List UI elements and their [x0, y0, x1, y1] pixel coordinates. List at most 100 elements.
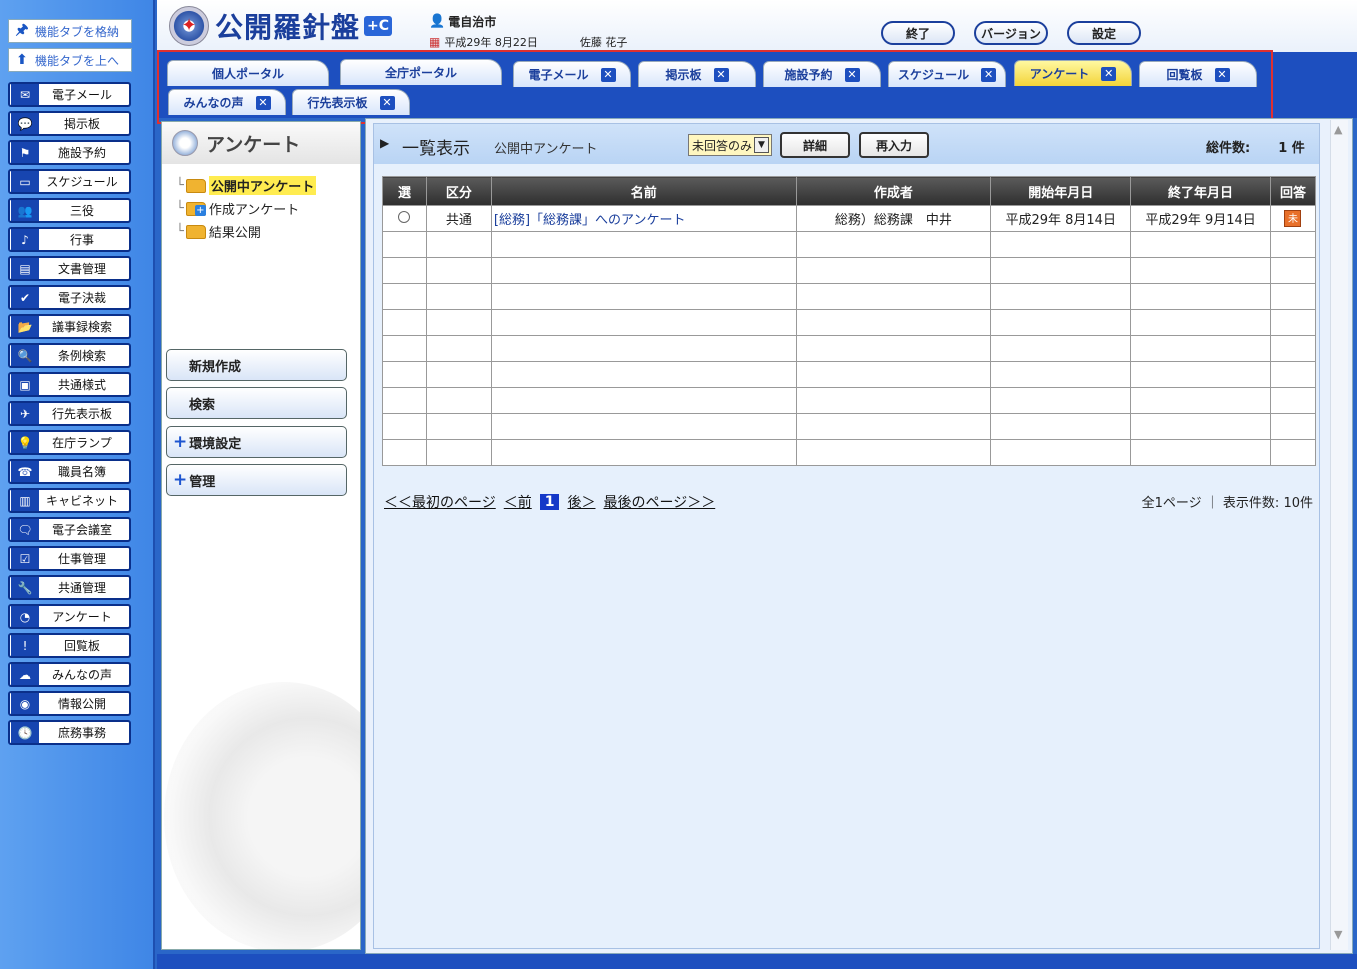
sidebar-item-13[interactable]: ☎ 職員名簿	[8, 459, 131, 484]
column-header: 名前	[490, 176, 797, 206]
search-button[interactable]: 検索	[166, 387, 347, 419]
tab-8[interactable]: みんなの声 ✕	[168, 89, 286, 115]
sidebar-item-21[interactable]: ◉ 情報公開	[8, 691, 131, 716]
table-header-row: 選区分 名前 作成者 開始年月日 終了年月日 回答	[382, 176, 1317, 206]
column-header: 選	[382, 176, 427, 206]
sidebar-item-15[interactable]: 🗨 電子会議室	[8, 517, 131, 542]
panel-header: アンケート	[162, 122, 360, 164]
table-row	[382, 413, 1317, 440]
settings-button[interactable]: 設定	[1067, 21, 1141, 45]
folder-open-icon: 📂	[11, 316, 39, 337]
close-icon[interactable]: ✕	[1214, 67, 1230, 82]
sidebar-item-11[interactable]: ✈ 行先表示板	[8, 401, 131, 426]
tab-3[interactable]: 掲示板 ✕	[638, 61, 756, 87]
tab-6[interactable]: アンケート ✕	[1014, 60, 1132, 86]
sidebar-item-20[interactable]: ☁ みんなの声	[8, 662, 131, 687]
table-row	[382, 283, 1317, 310]
sidebar-item-0[interactable]: ✉ 電子メール	[8, 82, 131, 107]
user-icon: 👤	[429, 14, 446, 29]
sidebar-item-14[interactable]: ▥ キャビネット	[8, 488, 131, 513]
column-header: 回答	[1269, 176, 1317, 206]
sidebar-item-16[interactable]: ☑ 仕事管理	[8, 546, 131, 571]
scroll-down-icon[interactable]: ▼	[1334, 928, 1342, 941]
sidebar-item-2[interactable]: ⚑ 施設予約	[8, 140, 131, 165]
tree-item-published-results[interactable]: └ 結果公開	[176, 222, 261, 241]
tab-9[interactable]: 行先表示板 ✕	[292, 89, 410, 115]
list-title: 一覧表示	[402, 139, 470, 159]
version-button[interactable]: バージョン	[974, 21, 1048, 45]
scroll-up-icon[interactable]: ▲	[1334, 123, 1342, 136]
sidebar-item-18[interactable]: ◔ アンケート	[8, 604, 131, 629]
sidebar-item-3[interactable]: ▭ スケジュール	[8, 169, 131, 194]
admin-button[interactable]: + 管理	[166, 464, 347, 496]
chat-icon: 🗨	[11, 519, 39, 540]
sidebar-item-10[interactable]: ▣ 共通様式	[8, 372, 131, 397]
sidebar-item-8[interactable]: 📂 議事録検索	[8, 314, 131, 339]
next-page-link[interactable]: 後＞	[567, 492, 595, 512]
tabs-to-top-button[interactable]: ⬆ 機能タブを上へ	[8, 48, 132, 72]
detail-button[interactable]: 詳細	[780, 132, 850, 158]
triangle-right-icon: ▶	[380, 136, 390, 150]
close-icon[interactable]: ✕	[255, 95, 271, 110]
prev-page-link[interactable]: ＜前	[504, 492, 532, 512]
survey-table: 選区分 名前 作成者 開始年月日 終了年月日 回答 共通 [総務]「総務課」へのアンケート総…	[382, 176, 1317, 466]
pin-icon: 🖈	[15, 22, 29, 38]
current-page: 1	[539, 494, 560, 510]
tab-4[interactable]: 施設予約 ✕	[763, 61, 881, 87]
list-title-bar: ▶ 一覧表示 公開中アンケート 未回答のみ ▼ 詳細 再入力 総件数: 1 件	[374, 124, 1319, 164]
sidebar-item-4[interactable]: 👥 三役	[8, 198, 131, 223]
sidebar-item-22[interactable]: 🕓 庶務事務	[8, 720, 131, 745]
filter-select[interactable]: 未回答のみ ▼	[688, 134, 772, 156]
sidebar-item-1[interactable]: 💬 掲示板	[8, 111, 131, 136]
close-icon[interactable]: ✕	[981, 67, 997, 82]
survey-sidebar: アンケート └ 公開中アンケート └ 作成アンケート └ 結果公開 新規作成 検…	[161, 121, 361, 950]
tree-item-created-surveys[interactable]: └ 作成アンケート	[176, 199, 299, 218]
column-header: 終了年月日	[1130, 176, 1271, 206]
cabinet-icon: ▥	[11, 490, 39, 511]
folder-add-icon	[185, 201, 206, 216]
tab-5[interactable]: スケジュール ✕	[888, 61, 1006, 87]
tab-2[interactable]: 電子メール ✕	[513, 61, 631, 87]
vertical-scrollbar[interactable]: ▲ ▼	[1330, 120, 1348, 950]
checklist-icon: ☑	[11, 548, 39, 569]
current-date: 平成29年 8月22日	[444, 36, 538, 49]
row-select-radio[interactable]	[398, 210, 411, 223]
close-icon[interactable]: ✕	[844, 67, 860, 82]
first-page-link[interactable]: ＜＜最初のページ	[384, 492, 496, 512]
reenter-button[interactable]: 再入力	[859, 132, 929, 158]
arrow-up-icon: ⬆	[16, 52, 28, 68]
page-info: 全1ページ ｜ 表示件数: 10件	[1141, 496, 1313, 511]
panel-title: アンケート	[206, 133, 301, 156]
last-page-link[interactable]: 最後のページ＞＞	[603, 492, 715, 512]
sidebar-item-6[interactable]: ▤ 文書管理	[8, 256, 131, 281]
close-icon[interactable]: ✕	[713, 67, 729, 82]
new-survey-button[interactable]: 新規作成	[166, 349, 347, 381]
table-row: 共通 [総務]「総務課」へのアンケート 総務）総務課 中井 平成29年 8月14日 平成…	[382, 205, 1317, 232]
close-icon[interactable]: ✕	[600, 67, 616, 82]
sidebar-item-5[interactable]: ♪ 行事	[8, 227, 131, 252]
org-name: 👤 電自治市	[429, 14, 497, 29]
broadcast-icon: ◉	[11, 693, 39, 714]
close-icon[interactable]: ✕	[1101, 66, 1117, 81]
survey-name-link[interactable]: [総務]「総務課」へのアンケート	[490, 205, 797, 232]
sidebar-item-19[interactable]: ! 回覧板	[8, 633, 131, 658]
column-header: 作成者	[795, 176, 992, 206]
flag-icon: ⚑	[11, 142, 39, 163]
sidebar-item-17[interactable]: 🔧 共通管理	[8, 575, 131, 600]
sidebar-item-12[interactable]: 💡 在庁ランプ	[8, 430, 131, 455]
collapse-tabs-button[interactable]: 🖈 機能タブを格納	[8, 19, 132, 43]
tree-item-public-surveys[interactable]: └ 公開中アンケート	[176, 176, 317, 195]
sidebar-item-7[interactable]: ✔ 電子決裁	[8, 285, 131, 310]
close-icon[interactable]: ✕	[379, 95, 395, 110]
sidebar-item-9[interactable]: 🔍 条例検索	[8, 343, 131, 368]
tab-0[interactable]: 個人ポータル	[167, 60, 329, 86]
exclamation-icon: !	[11, 635, 39, 656]
app-logo: ✦ 公開羅針盤 +C	[169, 6, 393, 46]
folder-open-icon	[185, 178, 206, 193]
clock-icon: 🕓	[11, 722, 39, 743]
environment-settings-button[interactable]: + 環境設定	[166, 426, 347, 458]
tab-1[interactable]: 全庁ポータル	[340, 59, 502, 85]
unanswered-icon[interactable]: 未	[1284, 210, 1302, 227]
exit-button[interactable]: 終了	[881, 21, 955, 45]
tab-7[interactable]: 回覧板 ✕	[1139, 61, 1257, 87]
